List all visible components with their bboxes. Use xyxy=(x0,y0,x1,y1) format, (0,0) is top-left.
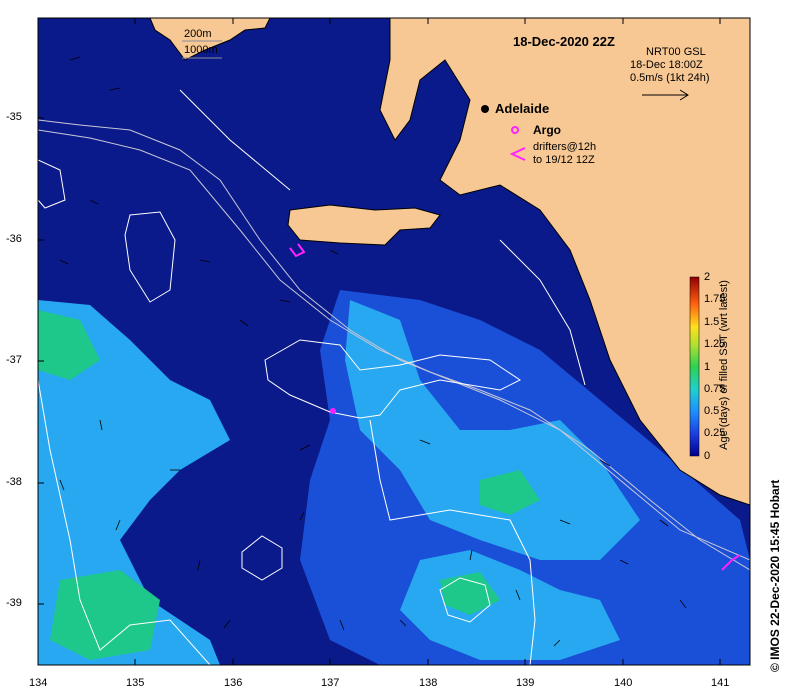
velocity-scale-label: 0.5m/s (1kt 24h) xyxy=(630,72,710,84)
x-tick-label: 141 xyxy=(711,677,730,689)
argo-float xyxy=(330,408,336,414)
colorbar-tick: 1.5 xyxy=(704,316,720,328)
x-tick-label: 137 xyxy=(321,677,340,689)
y-tick-label: -37 xyxy=(6,354,22,366)
contour-legend-200m: 200m xyxy=(184,28,212,40)
y-tick-label: -38 xyxy=(6,476,22,488)
argo-legend-label: Argo xyxy=(533,123,561,137)
credit-text: © IMOS 22-Dec-2020 15:45 Hobart xyxy=(768,479,782,672)
city-label-adelaide: Adelaide xyxy=(495,101,550,116)
y-tick-label: -35 xyxy=(6,111,22,123)
x-tick-label: 138 xyxy=(419,677,438,689)
adelaide-marker xyxy=(481,105,489,113)
colorbar-label: Age (days) of filled SST (wrt latest) xyxy=(718,280,730,450)
x-tick-label: 140 xyxy=(614,677,633,689)
drifter-legend-line2: to 19/12 12Z xyxy=(533,154,595,166)
contour-legend-1000m: 1000m xyxy=(184,44,218,56)
colorbar-tick: 0.5 xyxy=(704,405,720,417)
colorbar-tick: 1 xyxy=(704,361,711,373)
product-time: 18-Dec 18:00Z xyxy=(630,59,703,71)
product-name: NRT00 GSL xyxy=(646,46,706,58)
map-title: 18-Dec-2020 22Z xyxy=(513,34,615,49)
y-tick-label: -36 xyxy=(6,233,22,245)
colorbar-tick: 2 xyxy=(704,271,711,283)
sst-map xyxy=(37,17,751,666)
drifter-legend-line1: drifters@12h xyxy=(533,141,597,153)
colorbar xyxy=(689,276,700,457)
x-tick-label: 139 xyxy=(516,677,535,689)
colorbar-tick: 0 xyxy=(704,450,711,462)
y-tick-label: -39 xyxy=(6,597,22,609)
x-tick-label: 135 xyxy=(126,677,145,689)
x-tick-label: 136 xyxy=(224,677,243,689)
x-tick-label: 134 xyxy=(29,677,48,689)
